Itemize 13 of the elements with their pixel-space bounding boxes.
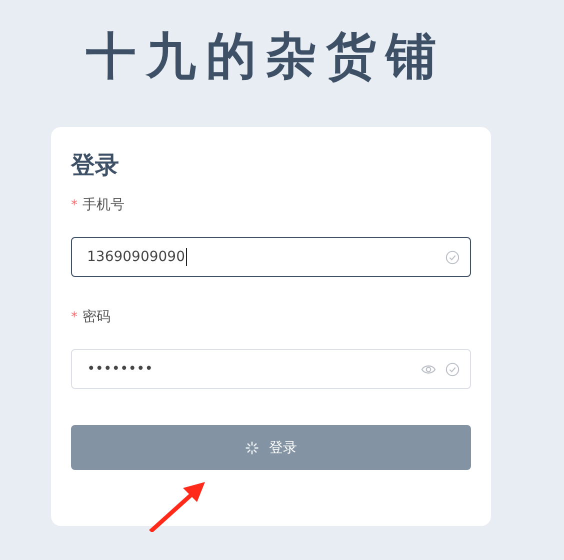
text-cursor	[186, 248, 187, 266]
password-field[interactable]: ••••••••	[71, 349, 471, 389]
required-asterisk: *	[71, 198, 78, 212]
field-label: 密码	[82, 308, 110, 326]
phone-field[interactable]: 13690909090	[71, 237, 471, 277]
field-value: 13690909090	[87, 249, 185, 265]
site-title: 十九的杂货铺	[86, 26, 447, 87]
arrow-annotation	[147, 480, 207, 532]
login-heading: 登录	[71, 150, 119, 181]
loading-spinner-icon	[245, 440, 259, 454]
required-asterisk: *	[71, 310, 78, 324]
field-value: ••••••••	[87, 361, 154, 377]
field-label: 手机号	[82, 196, 124, 214]
